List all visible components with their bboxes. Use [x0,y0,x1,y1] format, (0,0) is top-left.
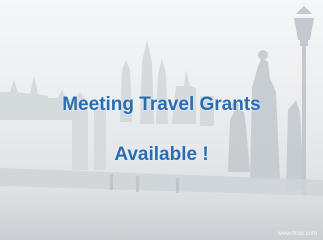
bridge-background-photo [0,0,323,240]
grant-announcement-slide: Meeting Travel Grants Available ! www.fl… [0,0,323,240]
photo-credit: www.flickr.com [277,231,317,237]
headline-line-2: Available ! [114,144,209,165]
headline-line-1: Meeting Travel Grants [62,94,261,115]
